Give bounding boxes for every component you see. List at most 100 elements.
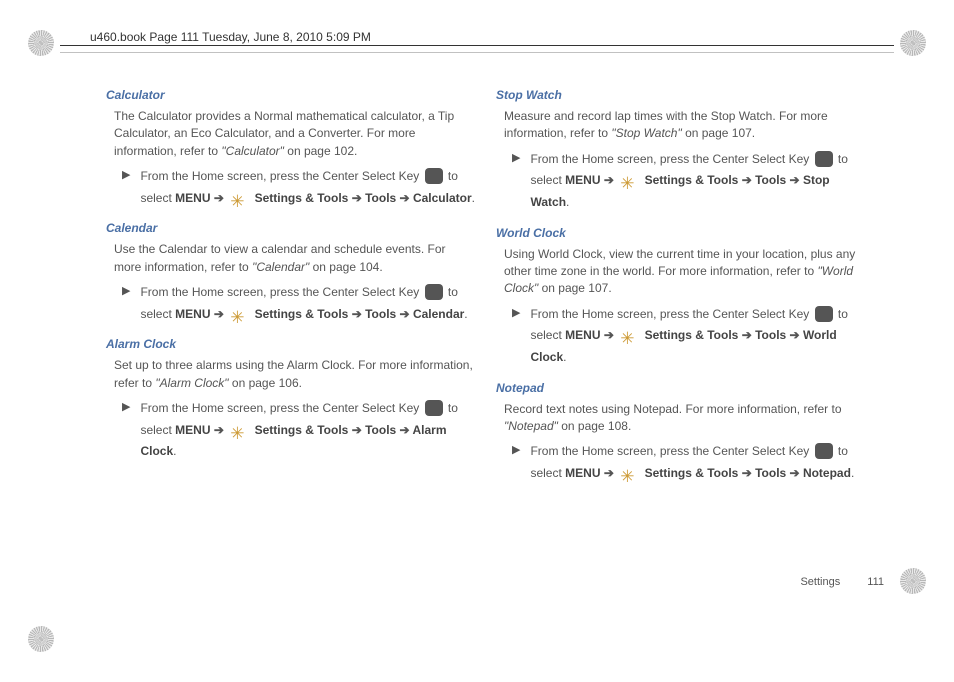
center-select-key-icon <box>815 306 833 322</box>
cross-ref-link[interactable]: "Notepad" <box>504 419 558 433</box>
arrow-icon: ➔ <box>348 307 365 321</box>
menu-label: MENU <box>175 423 210 437</box>
arrow-icon: ➔ <box>786 466 803 480</box>
step-text: From the Home screen, press the Center S… <box>530 304 866 369</box>
section-heading: Calendar <box>106 221 476 235</box>
arrow-icon: ➔ <box>738 466 755 480</box>
path-label: Tools <box>755 466 786 480</box>
bullet-marker-icon: ▶ <box>122 400 130 413</box>
settings-gear-icon <box>230 306 248 322</box>
instruction-step: ▶From the Home screen, press the Center … <box>512 304 866 369</box>
step-text: From the Home screen, press the Center S… <box>530 441 866 484</box>
path-label: Settings & Tools <box>641 466 738 480</box>
instruction-step: ▶From the Home screen, press the Center … <box>512 149 866 214</box>
section-heading: Stop Watch <box>496 88 866 102</box>
arrow-icon: ➔ <box>601 466 618 480</box>
arrow-icon: ➔ <box>601 328 618 342</box>
crop-mark-icon <box>28 626 54 652</box>
section: Calculator The Calculator provides a Norm… <box>106 88 476 209</box>
settings-gear-icon <box>230 422 248 438</box>
crop-mark-icon <box>900 30 926 56</box>
section: Stop Watch Measure and record lap times w… <box>496 88 866 214</box>
desc-text: Record text notes using Notepad. For mor… <box>504 402 842 416</box>
arrow-icon: ➔ <box>211 191 228 205</box>
path-target: Calculator <box>413 191 472 205</box>
footer-section: Settings <box>800 576 840 588</box>
cross-ref-link[interactable]: "Alarm Clock" <box>155 376 228 390</box>
path-label: Tools <box>365 307 396 321</box>
menu-label: MENU <box>175 191 210 205</box>
step-text: From the Home screen, press the Center S… <box>140 398 476 463</box>
instruction-step: ▶ From the Home screen, press the Center … <box>122 282 476 325</box>
arrow-icon: ➔ <box>211 307 228 321</box>
period: . <box>563 350 566 364</box>
section-heading: World Clock <box>496 226 866 240</box>
menu-label: MENU <box>175 307 210 321</box>
path-label: Tools <box>755 328 786 342</box>
cross-ref-link[interactable]: "Calculator" <box>221 144 284 158</box>
arrow-icon: ➔ <box>396 191 413 205</box>
instruction-step: ▶ From the Home screen, press the Center … <box>122 398 476 463</box>
section: Calendar Use the Calendar to view a calen… <box>106 221 476 325</box>
path-label: Tools <box>755 173 786 187</box>
desc-text: on page 107. <box>682 126 755 140</box>
section-heading: Calculator <box>106 88 476 102</box>
period: . <box>472 191 475 205</box>
section-heading: Alarm Clock <box>106 337 476 351</box>
arrow-icon: ➔ <box>786 173 803 187</box>
period: . <box>851 466 854 480</box>
settings-gear-icon <box>620 172 638 188</box>
center-select-key-icon <box>425 400 443 416</box>
step-text: From the Home screen, press the Center S… <box>140 282 476 325</box>
menu-label: MENU <box>565 328 600 342</box>
instruction-step: ▶ From the Home screen, press the Center … <box>512 441 866 484</box>
path-label: Settings & Tools <box>641 173 738 187</box>
desc-text: on page 106. <box>229 376 302 390</box>
settings-gear-icon <box>230 190 248 206</box>
instruction-step: ▶ From the Home screen, press the Center … <box>122 166 476 209</box>
desc-text: on page 104. <box>309 260 382 274</box>
arrow-icon: ➔ <box>211 423 228 437</box>
cross-ref-link[interactable]: "Calendar" <box>252 260 309 274</box>
step-text: From the Home screen, press the Center S… <box>530 149 866 214</box>
center-select-key-icon <box>425 284 443 300</box>
period: . <box>464 307 467 321</box>
path-label: Tools <box>365 191 396 205</box>
arrow-icon: ➔ <box>786 328 803 342</box>
section-description: The Calculator provides a Normal mathema… <box>114 108 476 160</box>
footer-page-number: 111 <box>867 576 884 588</box>
desc-text: Using World Clock, view the current time… <box>504 247 855 278</box>
section: Alarm Clock Set up to three alarms using … <box>106 337 476 463</box>
desc-text: on page 108. <box>558 419 631 433</box>
settings-gear-icon <box>620 327 638 343</box>
section-description: Use the Calendar to view a calendar and … <box>114 241 476 276</box>
period: . <box>566 195 569 209</box>
section-description: Set up to three alarms using the Alarm C… <box>114 357 476 392</box>
period: . <box>173 444 176 458</box>
arrow-icon: ➔ <box>348 191 365 205</box>
section-description: Measure and record lap times with the St… <box>504 108 866 143</box>
arrow-icon: ➔ <box>738 173 755 187</box>
bullet-marker-icon: ▶ <box>512 443 520 456</box>
path-label: Settings & Tools <box>251 307 348 321</box>
page-content: Calculator The Calculator provides a Norm… <box>106 88 866 496</box>
arrow-icon: ➔ <box>396 307 413 321</box>
section: Notepad Record text notes using Notepad. … <box>496 381 866 485</box>
section-heading: Notepad <box>496 381 866 395</box>
arrow-icon: ➔ <box>601 173 618 187</box>
path-label: Tools <box>365 423 396 437</box>
path-target: Notepad <box>803 466 851 480</box>
menu-label: MENU <box>565 466 600 480</box>
desc-text: on page 107. <box>538 281 611 295</box>
cross-ref-link[interactable]: "Stop Watch" <box>611 126 681 140</box>
crop-mark-icon <box>28 30 54 56</box>
step-text: From the Home screen, press the Center S… <box>140 166 476 209</box>
header-rule <box>60 52 894 53</box>
center-select-key-icon <box>815 443 833 459</box>
header-rule <box>60 45 894 46</box>
menu-label: MENU <box>565 173 600 187</box>
settings-gear-icon <box>620 465 638 481</box>
bullet-marker-icon: ▶ <box>122 168 130 181</box>
bullet-marker-icon: ▶ <box>122 284 130 297</box>
path-target: Calendar <box>413 307 464 321</box>
